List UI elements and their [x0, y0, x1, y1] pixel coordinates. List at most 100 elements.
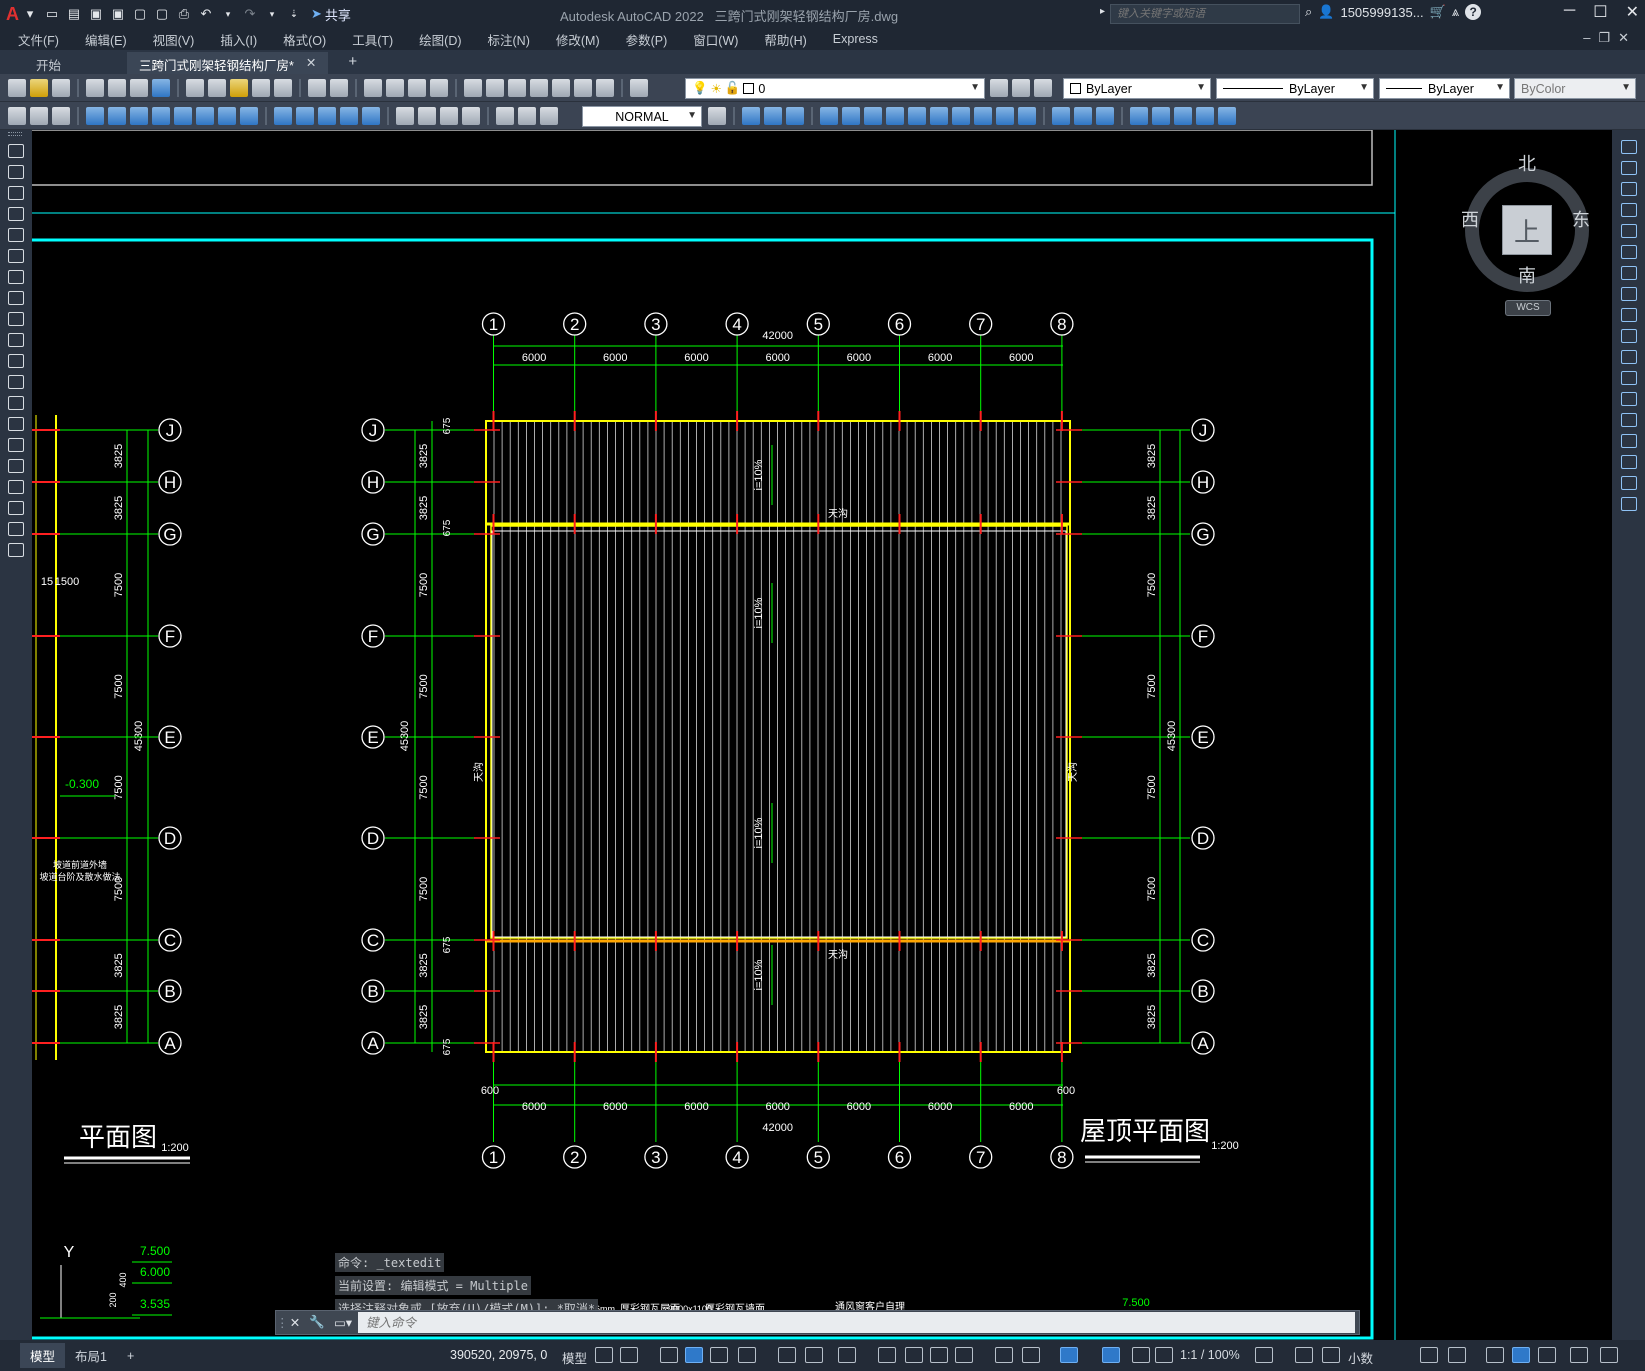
modify-q-icon[interactable] — [1130, 107, 1148, 125]
object-snap-icon[interactable] — [838, 1347, 856, 1363]
match-prop-icon[interactable] — [252, 79, 270, 97]
undo-tool-icon[interactable] — [308, 79, 326, 97]
zoom-realtime-icon[interactable] — [386, 79, 404, 97]
menu-insert[interactable]: 插入(I) — [220, 30, 257, 49]
isolate-objects-icon[interactable] — [1486, 1347, 1504, 1363]
paste-icon[interactable] — [230, 79, 248, 97]
modify-l-icon[interactable] — [996, 107, 1014, 125]
preview-icon[interactable] — [108, 79, 126, 97]
modify-n-icon[interactable] — [1052, 107, 1070, 125]
lock-ui-icon[interactable] — [1448, 1347, 1466, 1363]
design-center-icon[interactable] — [486, 79, 504, 97]
annotation-visibility-icon[interactable] — [1102, 1347, 1120, 1363]
modify-tool-icon[interactable] — [1621, 434, 1637, 448]
command-grip[interactable]: ⋮ — [276, 1315, 289, 1330]
save-as-icon[interactable]: ▣ — [109, 5, 127, 23]
tool-b-icon[interactable] — [30, 107, 48, 125]
menu-dimension[interactable]: 标注(N) — [488, 30, 530, 49]
modify-tool-icon[interactable] — [1621, 497, 1637, 511]
save-to-web-icon[interactable]: ▢ — [153, 5, 171, 23]
zoom-window-icon[interactable] — [408, 79, 426, 97]
layer-properties-icon[interactable] — [630, 79, 648, 97]
menu-tools[interactable]: 工具(T) — [352, 30, 393, 49]
menu-draw[interactable]: 绘图(D) — [419, 30, 461, 49]
draw-tool-icon[interactable] — [8, 354, 24, 368]
modify-tool-icon[interactable] — [1621, 203, 1637, 217]
print-icon[interactable]: ⎙ — [175, 5, 193, 23]
lineweight-icon[interactable] — [878, 1347, 896, 1363]
pan-icon[interactable] — [364, 79, 382, 97]
autodesk-app-icon[interactable]: ⩓ — [1452, 4, 1459, 20]
help-icon[interactable]: ? — [1465, 4, 1482, 20]
jogged-linear-icon[interactable] — [462, 107, 480, 125]
modify-u-icon[interactable] — [1218, 107, 1236, 125]
modify-m-icon[interactable] — [1018, 107, 1036, 125]
modify-tool-icon[interactable] — [1621, 329, 1637, 343]
draw-tool-icon[interactable] — [8, 438, 24, 452]
layer-state-icon[interactable] — [1034, 79, 1052, 97]
graphics-performance-icon[interactable] — [1512, 1347, 1530, 1363]
units-label[interactable]: 小数 — [1348, 1348, 1373, 1367]
properties-icon[interactable] — [464, 79, 482, 97]
modify-tool-icon[interactable] — [1621, 476, 1637, 490]
modify-tool-icon[interactable] — [1621, 266, 1637, 280]
gizmo-icon[interactable] — [1060, 1347, 1078, 1363]
draw-tool-icon[interactable] — [8, 396, 24, 410]
infer-icon[interactable] — [660, 1347, 678, 1363]
draw-tool-icon[interactable] — [8, 207, 24, 221]
draw-tool-icon[interactable] — [8, 522, 24, 536]
menu-modify[interactable]: 修改(M) — [556, 30, 600, 49]
modify-r-icon[interactable] — [1152, 107, 1170, 125]
viewcube-top-face[interactable]: 上 — [1502, 205, 1552, 255]
modify-tool-icon[interactable] — [1621, 455, 1637, 469]
compass-north[interactable]: 北 — [1518, 150, 1536, 176]
tab-start[interactable]: 开始 — [24, 52, 73, 74]
tab-model[interactable]: 模型 — [20, 1343, 66, 1368]
modify-b-icon[interactable] — [764, 107, 782, 125]
modify-f-icon[interactable] — [864, 107, 882, 125]
arc-length-icon[interactable] — [130, 107, 148, 125]
cad-drawing[interactable]: 1 1 2 2 3 3 4 4 5 5 6 6 7 7 8 8 J J J H H H G G G F F F E E E D D D C C C B B B… — [32, 130, 1612, 1340]
baseline-icon[interactable] — [296, 107, 314, 125]
plotstyle-dropdown[interactable]: ByColor ▼ — [1514, 78, 1636, 99]
sheet-set-icon[interactable] — [530, 79, 548, 97]
modify-e-icon[interactable] — [842, 107, 860, 125]
modify-c-icon[interactable] — [786, 107, 804, 125]
annotation-scale-icon[interactable] — [1155, 1347, 1173, 1363]
draw-tool-icon[interactable] — [8, 312, 24, 326]
draw-tool-icon[interactable] — [8, 417, 24, 431]
dynamic-ucs-icon[interactable] — [995, 1347, 1013, 1363]
undo-icon[interactable]: ↶ — [197, 5, 215, 23]
auto-scale-icon[interactable] — [1132, 1347, 1150, 1363]
cut-icon[interactable] — [186, 79, 204, 97]
publish-icon[interactable] — [130, 79, 148, 97]
redo-tool-icon[interactable] — [330, 79, 348, 97]
make-current-icon[interactable] — [990, 79, 1008, 97]
calculator-icon[interactable] — [574, 79, 592, 97]
dim-text-edit-icon[interactable] — [518, 107, 536, 125]
copy-icon[interactable] — [208, 79, 226, 97]
menu-express[interactable]: Express — [833, 32, 878, 46]
modify-p-icon[interactable] — [1096, 107, 1114, 125]
menu-parametric[interactable]: 参数(P) — [626, 30, 668, 49]
annotation-monitor-icon[interactable] — [1295, 1347, 1313, 1363]
draw-tool-icon[interactable] — [8, 459, 24, 473]
cart-icon[interactable]: 🛒 — [1430, 4, 1446, 20]
block-editor-icon[interactable] — [274, 79, 292, 97]
menu-view[interactable]: 视图(V) — [153, 30, 195, 49]
isodraft-icon[interactable] — [778, 1347, 796, 1363]
quick-properties-icon[interactable] — [1420, 1347, 1438, 1363]
tab-active-drawing[interactable]: 三跨门式刚架轻钢结构厂房* ✕ — [127, 52, 329, 74]
search-icon[interactable]: ⌕ — [1305, 4, 1312, 20]
undo-dropdown-icon[interactable]: ▾ — [219, 5, 237, 23]
modify-d-icon[interactable] — [820, 107, 838, 125]
palette-grip[interactable] — [8, 132, 22, 136]
draw-tool-icon[interactable] — [8, 333, 24, 347]
open-file-icon[interactable]: ▤ — [65, 5, 83, 23]
command-prompt-icon[interactable]: ▭▾ — [328, 1315, 358, 1330]
menu-file[interactable]: 文件(F) — [18, 30, 59, 49]
draw-tool-icon[interactable] — [8, 144, 24, 158]
modify-j-icon[interactable] — [952, 107, 970, 125]
modify-tool-icon[interactable] — [1621, 287, 1637, 301]
inspect-icon[interactable] — [440, 107, 458, 125]
